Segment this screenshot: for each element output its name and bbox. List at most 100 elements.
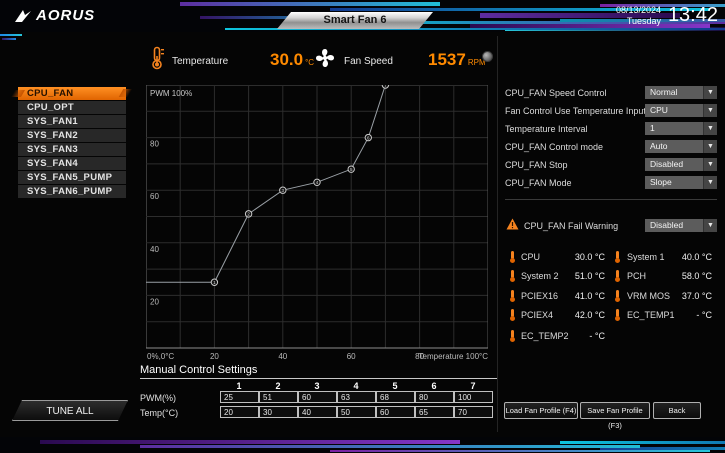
warning-icon (506, 218, 519, 230)
pwm-input-7[interactable] (454, 391, 493, 403)
page-title: Smart Fan 6 (277, 12, 433, 29)
x-tick-label: 60 (347, 352, 356, 361)
thermometer-icon (614, 251, 621, 263)
date-label: 08/13/2024 (616, 5, 661, 16)
setting-label-temp-interval: Temperature Interval (505, 124, 588, 134)
thermometer-icon (509, 290, 516, 302)
fan-item-cpu-fan[interactable]: CPU_FAN (18, 87, 126, 100)
chevron-down-icon: ▼ (703, 219, 717, 232)
temp-input-3[interactable] (298, 406, 337, 418)
origin-label: 0%,0°C (147, 352, 174, 361)
y-axis-top-label: PWM 100% (150, 89, 192, 98)
temp-value-ec-temp1: - °C (652, 310, 712, 320)
y-tick-label: 80 (150, 140, 159, 149)
load-fan-profile-button[interactable]: Load Fan Profile (F4) (504, 402, 578, 419)
thermometer-icon (614, 290, 621, 302)
setting-label-speed-control: CPU_FAN Speed Control (505, 88, 607, 98)
fan-speed-value: 1537RPM (428, 50, 486, 70)
divider (140, 378, 497, 379)
chevron-down-icon: ▼ (703, 104, 717, 117)
pwm-input-6[interactable] (415, 391, 454, 403)
fan-item-label: CPU_FAN (27, 88, 73, 99)
column-header-1: 1 (220, 381, 258, 391)
thermometer-icon (509, 270, 516, 282)
temp-label-pch: PCH (627, 271, 646, 281)
dropdown-temp-input[interactable]: CPU▼ (645, 104, 717, 117)
manual-control-settings: Manual Control Settings 1 2 3 4 5 6 7 PW… (140, 364, 497, 422)
pwm-input-4[interactable] (337, 391, 376, 403)
chevron-down-icon: ▼ (703, 86, 717, 99)
fan-item-sys-fan3[interactable]: SYS_FAN3 (18, 143, 126, 156)
temp-input-6[interactable] (415, 406, 454, 418)
pwm-input-3[interactable] (298, 391, 337, 403)
fan-item-sys-fan5-pump[interactable]: SYS_FAN5_PUMP (18, 171, 126, 184)
dropdown-control-mode[interactable]: Auto▼ (645, 140, 717, 153)
temp-label-cpu: CPU (521, 252, 540, 262)
fan-item-sys-fan6-pump[interactable]: SYS_FAN6_PUMP (18, 185, 126, 198)
temp-input-1[interactable] (220, 406, 259, 418)
save-fan-profile-button[interactable]: Save Fan Profile (F3) (580, 402, 650, 419)
dropdown-value: Normal (645, 86, 703, 99)
thermometer-icon (509, 251, 516, 263)
temp-row-label: Temp(°C) (140, 408, 178, 418)
setting-label-fan-stop: CPU_FAN Stop (505, 160, 568, 170)
temp-value-pciex16: 41.0 °C (545, 291, 605, 301)
fan-curve-line (146, 85, 385, 282)
fan-item-sys-fan2[interactable]: SYS_FAN2 (18, 129, 126, 142)
pwm-input-5[interactable] (376, 391, 415, 403)
glitch-decoration (0, 34, 26, 41)
back-button[interactable]: Back (653, 402, 701, 419)
thermometer-icon (614, 309, 621, 321)
y-tick-label: 60 (150, 192, 159, 201)
column-header-7: 7 (454, 381, 492, 391)
chevron-down-icon: ▼ (703, 140, 717, 153)
setting-label-control-mode: CPU_FAN Control mode (505, 142, 603, 152)
bottom-banner (0, 437, 725, 453)
top-banner: AORUS Smart Fan 6 08/13/2024 Tuesday 13:… (0, 0, 725, 32)
fan-curve-panel: PWM 100%80604020204060800%,0°CTemperatur… (146, 85, 488, 362)
temp-value-system2: 51.0 °C (545, 271, 605, 281)
dropdown-value: Slope (645, 176, 703, 189)
dropdown-fan-stop[interactable]: Disabled▼ (645, 158, 717, 171)
dropdown-fail-warning[interactable]: Disabled▼ (645, 219, 717, 232)
dropdown-value: Disabled (645, 219, 703, 232)
temperature-label: Temperature (172, 56, 228, 67)
thermometer-icon (509, 330, 516, 342)
pwm-input-1[interactable] (220, 391, 259, 403)
pwm-row-label: PWM(%) (140, 393, 176, 403)
logo-text: AORUS (36, 7, 95, 24)
fan-item-cpu-opt[interactable]: CPU_OPT (18, 101, 126, 114)
fan-speed-label: Fan Speed (344, 56, 393, 67)
temp-value-system1: 40.0 °C (652, 252, 712, 262)
tune-all-button[interactable]: TUNE ALL (12, 400, 128, 421)
fan-icon (314, 47, 336, 69)
thermometer-icon (509, 309, 516, 321)
setting-label-fan-mode: CPU_FAN Mode (505, 178, 572, 188)
temp-input-7[interactable] (454, 406, 493, 418)
temp-input-4[interactable] (337, 406, 376, 418)
date-block: 08/13/2024 Tuesday (616, 5, 661, 27)
temperature-value: 30.0°C (270, 50, 314, 70)
x-tick-label: 40 (278, 352, 287, 361)
fan-item-label: SYS_FAN2 (27, 130, 78, 141)
temp-input-5[interactable] (376, 406, 415, 418)
pwm-input-2[interactable] (259, 391, 298, 403)
gear-icon[interactable] (482, 51, 493, 62)
dropdown-value: Auto (645, 140, 703, 153)
x-tick-label: 20 (210, 352, 219, 361)
fan-item-label: SYS_FAN5_PUMP (27, 172, 112, 183)
fail-warning-label: CPU_FAN Fail Warning (524, 221, 618, 231)
fan-curve-chart[interactable]: PWM 100%80604020204060800%,0°CTemperatur… (146, 85, 488, 362)
setting-label-temp-input: Fan Control Use Temperature Input (505, 106, 646, 116)
fan-item-sys-fan4[interactable]: SYS_FAN4 (18, 157, 126, 170)
manual-control-title: Manual Control Settings (140, 364, 257, 376)
temp-input-2[interactable] (259, 406, 298, 418)
dropdown-temp-interval[interactable]: 1▼ (645, 122, 717, 135)
dropdown-value: Disabled (645, 158, 703, 171)
dropdown-fan-mode[interactable]: Slope▼ (645, 176, 717, 189)
column-header-3: 3 (298, 381, 336, 391)
dropdown-speed-control[interactable]: Normal▼ (645, 86, 717, 99)
fan-item-label: SYS_FAN4 (27, 158, 78, 169)
fan-item-sys-fan1[interactable]: SYS_FAN1 (18, 115, 126, 128)
divider (497, 36, 498, 432)
